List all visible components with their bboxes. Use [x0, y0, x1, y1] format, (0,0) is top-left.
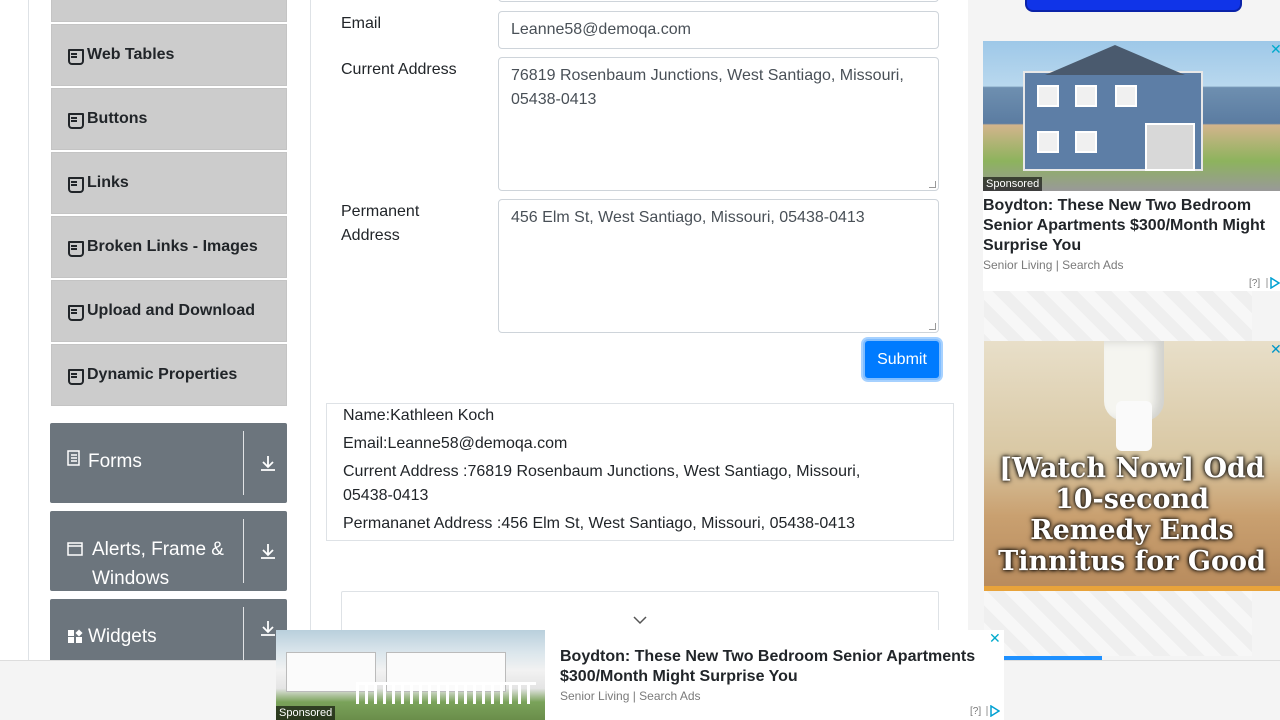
download-icon[interactable] [259, 619, 277, 637]
output-panel: Name:Kathleen Koch Email:Leanne58@demoqa… [326, 403, 954, 541]
email-label: Email [341, 15, 382, 32]
widgets-icon [67, 622, 83, 655]
download-icon[interactable] [259, 511, 277, 591]
output-email: Email:Leanne58@demoqa.com [343, 435, 568, 452]
window-icon [67, 535, 83, 567]
sidebar-item-label: Upload and Download [87, 302, 255, 319]
group-forms[interactable]: Forms [50, 423, 287, 503]
current-address-label: Current Address [341, 61, 457, 78]
submit-button[interactable]: Submit [863, 339, 941, 380]
adchoices-icon[interactable] [1266, 276, 1280, 292]
video-progress [984, 586, 1280, 591]
ad-title[interactable]: [Watch Now] Odd 10-second Remedy Ends Ti… [992, 453, 1272, 577]
sidebar-item-links[interactable]: Links [51, 152, 287, 214]
sidebar-item-label: Links [87, 174, 129, 191]
sidebar-item-buttons[interactable]: Buttons [51, 88, 287, 150]
sidebar-item-web-tables[interactable]: Web Tables [51, 24, 287, 86]
html5-icon [68, 112, 84, 129]
divider [243, 607, 244, 660]
ad-help-link[interactable]: [?] [970, 706, 981, 717]
left-panel: Web Tables Buttons Links Broken Links - … [28, 0, 311, 660]
group-label: Forms [88, 451, 142, 472]
sponsored-label: Sponsored [983, 177, 1043, 191]
email-value: Leanne58@demoqa.com [511, 21, 691, 38]
ad-title[interactable]: Boydton: These New Two Bedroom Senior Ap… [983, 191, 1280, 256]
close-icon[interactable]: ✕ [1270, 41, 1280, 58]
output-permanent-address: Permananet Address :456 Elm St, West San… [343, 515, 855, 532]
permanent-address-value: 456 Elm St, West Santiago, Missouri, 054… [511, 209, 865, 226]
page: Web Tables Buttons Links Broken Links - … [0, 0, 1280, 720]
close-icon[interactable]: ✕ [1270, 341, 1280, 358]
close-icon[interactable]: ✕ [989, 630, 1001, 647]
html5-icon [68, 304, 84, 321]
current-address-value: 76819 Rosenbaum Junctions, West Santiago… [511, 67, 904, 108]
sidebar-item-upload-download[interactable]: Upload and Download [51, 280, 287, 342]
ad-senior-apartments[interactable]: Sponsored Boydton: These New Two Bedroom… [983, 41, 1280, 291]
current-address-textarea[interactable]: 76819 Rosenbaum Junctions, West Santiago… [498, 57, 939, 191]
adchoices-icon[interactable] [986, 704, 1001, 720]
permanent-address-label: Permanent Address [341, 203, 420, 244]
group-label: Alerts, Frame & Windows [92, 539, 224, 589]
resize-handle-icon[interactable] [929, 323, 936, 330]
sponsored-label: Sponsored [276, 706, 336, 720]
full-name-input-partial[interactable] [498, 0, 939, 2]
sidebar-item-label: Broken Links - Images [87, 238, 258, 255]
html5-icon [68, 176, 84, 193]
sidebar-item-label: Buttons [87, 110, 148, 127]
sidebar-item-label: Web Tables [87, 46, 175, 63]
email-input[interactable]: Leanne58@demoqa.com [498, 11, 939, 49]
html5-icon [68, 48, 84, 65]
ad-image: Sponsored [276, 630, 545, 720]
output-current-address: Current Address :76819 Rosenbaum Junctio… [343, 463, 861, 504]
divider [243, 519, 244, 583]
sidebar-item-broken-links[interactable]: Broken Links - Images [51, 216, 287, 278]
resize-handle-icon[interactable] [929, 181, 936, 188]
permanent-address-textarea[interactable]: 456 Elm St, West Santiago, Missouri, 054… [498, 199, 939, 333]
house-image [1023, 45, 1203, 171]
form-icon [67, 447, 81, 476]
divider [243, 431, 244, 495]
group-widgets[interactable]: Widgets [50, 599, 287, 660]
sidebar-item-label: Dynamic Properties [87, 366, 238, 383]
ad-video-tinnitus[interactable]: [Watch Now] Odd 10-second Remedy Ends Ti… [984, 341, 1280, 591]
download-icon[interactable] [259, 423, 277, 503]
ad-image: Sponsored [983, 41, 1280, 191]
group-label: Widgets [88, 626, 157, 647]
group-alerts-frame-windows[interactable]: Alerts, Frame & Windows [50, 511, 287, 591]
ad-source: Senior Living | Search Ads [983, 258, 1124, 272]
html5-icon [68, 368, 84, 385]
html5-icon [68, 240, 84, 257]
chevron-down-icon[interactable] [632, 612, 648, 630]
sidebar-item-dynamic-properties[interactable]: Dynamic Properties [51, 344, 287, 406]
ad-source: Senior Living | Search Ads [560, 689, 701, 703]
output-name: Name:Kathleen Koch [343, 407, 495, 424]
ad-cta-button[interactable] [1025, 0, 1242, 12]
ad-help-link[interactable]: [?] [1249, 278, 1260, 289]
sidebar-item-partial[interactable] [51, 0, 287, 22]
ad-title[interactable]: Boydton: These New Two Bedroom Senior Ap… [560, 647, 990, 687]
bottom-ad[interactable]: Sponsored Boydton: These New Two Bedroom… [276, 630, 1004, 720]
